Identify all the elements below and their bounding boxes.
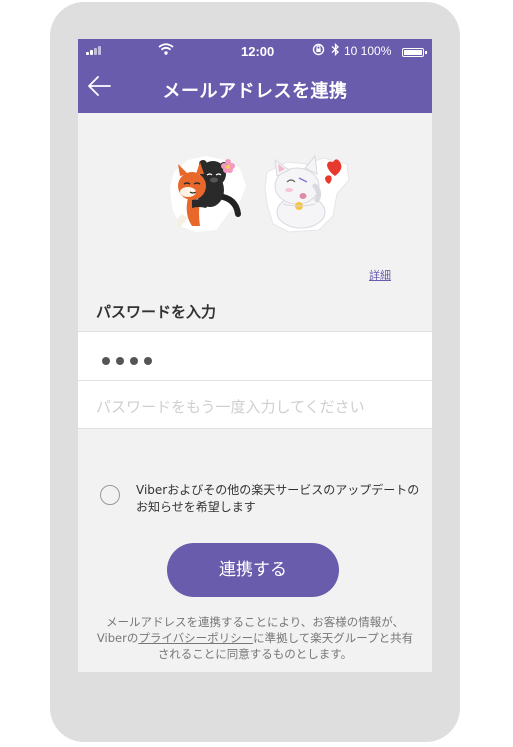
password-section-label: パスワードを入力 (96, 303, 217, 321)
wifi-icon (158, 43, 174, 55)
phone-frame: 12:00 10 100% メールアドレスを連携 詳細 パスワードを入力 パスワ… (50, 2, 460, 742)
legal-notice: メールアドレスを連携することにより、お客様の情報が、Viberのプライバシーポリ… (92, 614, 418, 662)
white-cat-sticker (264, 154, 350, 233)
status-time: 12:00 (241, 44, 275, 59)
battery-percentage: 10 100% (344, 44, 392, 58)
status-bar: 12:00 10 100% (78, 39, 432, 61)
privacy-policy-link[interactable]: プライバシーポリシー (138, 631, 253, 645)
page-title: メールアドレスを連携 (162, 81, 348, 102)
password-confirm-field[interactable]: パスワードをもう一度入力してください (78, 380, 432, 429)
password-confirm-placeholder: パスワードをもう一度入力してください (96, 398, 365, 416)
fox-and-panther-sticker (170, 156, 246, 232)
app-header: メールアドレスを連携 (78, 61, 432, 113)
battery-icon (402, 48, 427, 57)
newsletter-label: Viberおよびその他の楽天サービスのアップデートのお知らせを希望します (136, 483, 420, 514)
password-field[interactable] (78, 331, 432, 380)
bluetooth-icon (331, 43, 339, 56)
password-masked-value (102, 350, 158, 369)
details-link[interactable]: 詳細 (369, 267, 391, 283)
newsletter-checkbox[interactable] (100, 485, 120, 505)
app-screen: 12:00 10 100% メールアドレスを連携 詳細 パスワードを入力 パスワ… (78, 39, 432, 672)
link-email-button[interactable]: 連携する (167, 543, 339, 597)
rotation-lock-icon (312, 43, 325, 56)
